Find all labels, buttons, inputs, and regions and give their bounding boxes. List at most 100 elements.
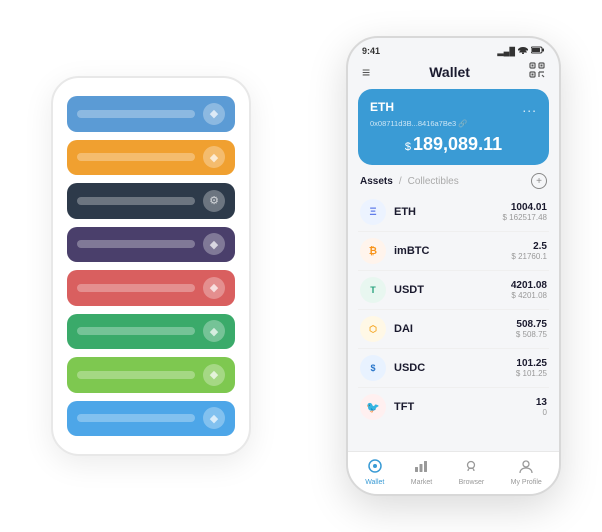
asset-item-eth[interactable]: Ξ ETH 1004.01 $ 162517.48 [358, 193, 549, 232]
usdc-asset-icon: $ [360, 355, 386, 381]
browser-nav-icon [463, 458, 479, 477]
wifi-icon [518, 46, 528, 56]
wallet-nav-label: Wallet [365, 479, 384, 486]
imbtc-asset-values: 2.5 $ 21760.1 [511, 241, 547, 261]
card-label-7 [77, 371, 195, 379]
eth-asset-values: 1004.01 $ 162517.48 [503, 202, 548, 222]
card-icon-4: ◆ [203, 233, 225, 255]
status-bar: 9:41 ▂▄█ [348, 38, 559, 60]
tft-asset-icon: 🐦 [360, 394, 386, 420]
profile-nav-icon [518, 458, 534, 477]
tab-collectibles[interactable]: Collectibles [408, 176, 459, 187]
nav-market[interactable]: Market [411, 458, 432, 486]
bg-phone: ◆ ◆ ⚙ ◆ ◆ ◆ ◆ ◆ [51, 76, 251, 456]
usdc-asset-values: 101.25 $ 101.25 [516, 358, 547, 378]
usdt-asset-icon: T [360, 277, 386, 303]
card-label-1 [77, 110, 195, 118]
card-label-2 [77, 153, 195, 161]
card-label-4 [77, 240, 195, 248]
usdt-asset-usd: $ 4201.08 [511, 291, 547, 300]
card-row-1[interactable]: ◆ [67, 96, 235, 132]
eth-card-balance: $189,089.11 [370, 134, 537, 155]
card-row-4[interactable]: ◆ [67, 227, 235, 263]
eth-card[interactable]: ETH ... 0x08711d3B...8416a7Be3 🔗 $189,08… [358, 89, 549, 165]
usdt-asset-name: USDT [394, 284, 511, 296]
imbtc-asset-usd: $ 21760.1 [511, 252, 547, 261]
tft-asset-usd: 0 [536, 408, 547, 417]
assets-tabs: Assets / Collectibles [360, 176, 459, 187]
nav-wallet[interactable]: Wallet [365, 458, 384, 486]
card-row-8[interactable]: ◆ [67, 401, 235, 437]
menu-icon[interactable]: ≡ [362, 64, 370, 80]
eth-asset-amount: 1004.01 [503, 202, 548, 213]
tft-asset-amount: 13 [536, 397, 547, 408]
dai-asset-name: DAI [394, 323, 516, 335]
add-asset-button[interactable]: + [531, 173, 547, 189]
card-icon-6: ◆ [203, 320, 225, 342]
asset-item-usdc[interactable]: $ USDC 101.25 $ 101.25 [358, 349, 549, 388]
market-nav-label: Market [411, 479, 432, 486]
dai-asset-usd: $ 508.75 [516, 330, 547, 339]
card-label-8 [77, 414, 195, 422]
usdc-asset-amount: 101.25 [516, 358, 547, 369]
tft-asset-name: TFT [394, 401, 536, 413]
browser-nav-label: Browser [459, 479, 485, 486]
nav-profile[interactable]: My Profile [511, 458, 542, 486]
scan-icon[interactable] [529, 62, 545, 81]
assets-header: Assets / Collectibles + [348, 165, 559, 193]
nav-browser[interactable]: Browser [459, 458, 485, 486]
eth-card-title: ETH [370, 100, 394, 114]
dai-asset-values: 508.75 $ 508.75 [516, 319, 547, 339]
tab-assets[interactable]: Assets [360, 176, 393, 187]
card-icon-2: ◆ [203, 146, 225, 168]
fg-phone: 9:41 ▂▄█ ≡ Wallet [346, 36, 561, 496]
tab-divider: / [399, 176, 402, 187]
eth-asset-name: ETH [394, 206, 503, 218]
usdc-asset-usd: $ 101.25 [516, 369, 547, 378]
imbtc-asset-amount: 2.5 [511, 241, 547, 252]
eth-card-address: 0x08711d3B...8416a7Be3 🔗 [370, 119, 537, 128]
dai-asset-amount: 508.75 [516, 319, 547, 330]
phone-header: ≡ Wallet [348, 60, 559, 89]
card-label-6 [77, 327, 195, 335]
profile-nav-label: My Profile [511, 479, 542, 486]
eth-balance-amount: 189,089.11 [413, 134, 502, 154]
eth-asset-icon: Ξ [360, 199, 386, 225]
dai-asset-icon: ⬡ [360, 316, 386, 342]
usdt-asset-amount: 4201.08 [511, 280, 547, 291]
card-row-3[interactable]: ⚙ [67, 183, 235, 219]
card-icon-8: ◆ [203, 407, 225, 429]
card-label-5 [77, 284, 195, 292]
card-row-6[interactable]: ◆ [67, 314, 235, 350]
market-nav-icon [413, 458, 429, 477]
asset-item-tft[interactable]: 🐦 TFT 13 0 [358, 388, 549, 426]
card-icon-1: ◆ [203, 103, 225, 125]
card-row-7[interactable]: ◆ [67, 357, 235, 393]
card-icon-7: ◆ [203, 364, 225, 386]
eth-card-dots[interactable]: ... [522, 99, 537, 115]
asset-item-dai[interactable]: ⬡ DAI 508.75 $ 508.75 [358, 310, 549, 349]
imbtc-asset-icon: ₿ [360, 238, 386, 264]
asset-list: Ξ ETH 1004.01 $ 162517.48 ₿ imBTC 2.5 $ … [348, 193, 559, 451]
wallet-nav-icon [367, 458, 383, 477]
usdt-asset-values: 4201.08 $ 4201.08 [511, 280, 547, 300]
battery-icon [531, 46, 545, 56]
header-title: Wallet [429, 64, 470, 80]
asset-item-imbtc[interactable]: ₿ imBTC 2.5 $ 21760.1 [358, 232, 549, 271]
status-icons: ▂▄█ [498, 46, 546, 56]
eth-card-header: ETH ... [370, 99, 537, 115]
eth-currency-symbol: $ [405, 141, 411, 153]
card-label-3 [77, 197, 195, 205]
time-display: 9:41 [362, 46, 380, 56]
asset-item-usdt[interactable]: T USDT 4201.08 $ 4201.08 [358, 271, 549, 310]
signal-icon: ▂▄█ [498, 47, 516, 56]
bottom-nav: Wallet Market [348, 451, 559, 494]
card-icon-5: ◆ [203, 277, 225, 299]
tft-asset-values: 13 0 [536, 397, 547, 417]
imbtc-asset-name: imBTC [394, 245, 511, 257]
scene: ◆ ◆ ⚙ ◆ ◆ ◆ ◆ ◆ [21, 21, 581, 511]
eth-asset-usd: $ 162517.48 [503, 213, 548, 222]
card-row-2[interactable]: ◆ [67, 140, 235, 176]
usdc-asset-name: USDC [394, 362, 516, 374]
card-row-5[interactable]: ◆ [67, 270, 235, 306]
